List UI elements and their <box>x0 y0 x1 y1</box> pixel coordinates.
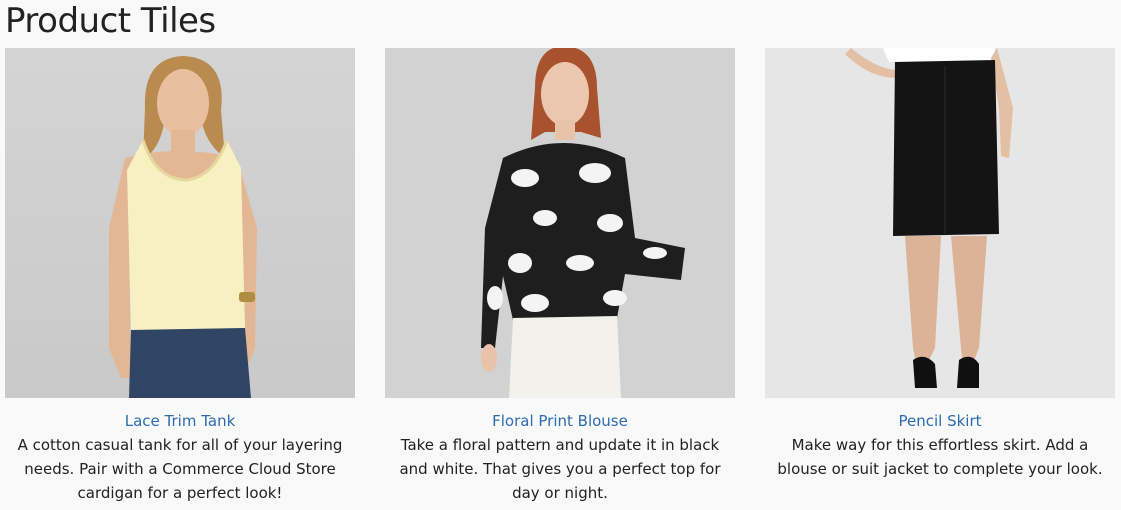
product-description: Make way for this effortless skirt. Add … <box>777 436 1103 478</box>
product-tile: Pencil Skirt Make way for this effortles… <box>765 48 1115 481</box>
product-name-link[interactable]: Floral Print Blouse <box>385 411 735 431</box>
product-description: A cotton casual tank for all of your lay… <box>17 436 343 502</box>
product-photo-illustration <box>385 48 735 398</box>
product-image-floral-print-blouse[interactable] <box>385 48 735 398</box>
product-description: Take a floral pattern and update it in b… <box>399 436 721 502</box>
product-tiles-grid: Lace Trim Tank A cotton casual tank for … <box>5 48 1120 510</box>
product-name-link[interactable]: Pencil Skirt <box>765 411 1115 431</box>
page-title: Product Tiles <box>5 1 216 41</box>
product-photo-illustration <box>5 48 355 398</box>
page: Product Tiles Lace Trim Tank A cotton ca… <box>0 0 1121 510</box>
product-tile: Lace Trim Tank A cotton casual tank for … <box>5 48 355 505</box>
product-photo-illustration <box>765 48 1115 398</box>
product-tile: Floral Print Blouse Take a floral patter… <box>385 48 735 505</box>
product-image-lace-trim-tank[interactable] <box>5 48 355 398</box>
product-image-pencil-skirt[interactable] <box>765 48 1115 398</box>
product-name-link[interactable]: Lace Trim Tank <box>5 411 355 431</box>
